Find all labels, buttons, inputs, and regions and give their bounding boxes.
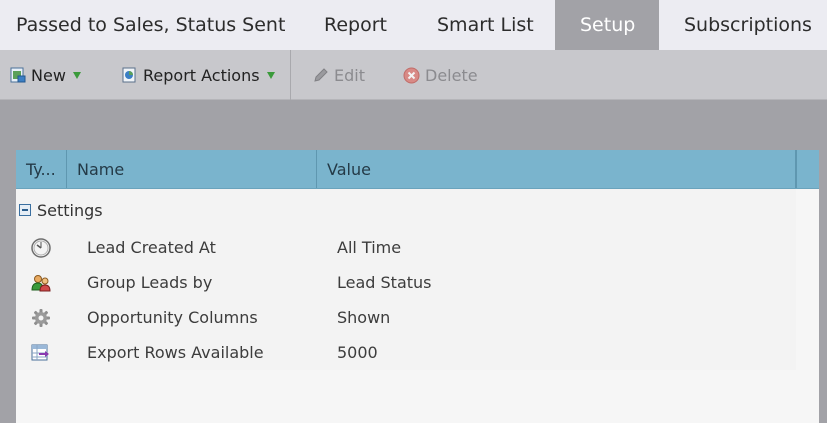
report-actions-button[interactable]: Report Actions — [122, 50, 275, 100]
report-actions-icon — [122, 67, 136, 83]
row-value: All Time — [337, 238, 402, 257]
delete-button[interactable]: Delete — [403, 50, 478, 100]
column-header-value[interactable]: Value — [317, 150, 796, 188]
row-name: Group Leads by — [87, 273, 213, 292]
tab-label: Subscriptions — [684, 14, 812, 36]
tab-label: Passed to Sales, Status Sent — [16, 14, 286, 36]
delete-icon — [403, 67, 420, 83]
column-header-label: Value — [327, 159, 371, 179]
row-value: Shown — [337, 308, 391, 327]
row-value: Lead Status — [337, 273, 432, 292]
new-report-icon — [10, 67, 26, 83]
table-row[interactable]: Export Rows Available 5000 — [16, 335, 796, 370]
pencil-icon — [314, 68, 328, 82]
row-name: Lead Created At — [87, 238, 216, 257]
grid-empty-area — [16, 370, 819, 423]
row-value: 5000 — [337, 343, 378, 362]
group-label: Settings — [37, 200, 103, 220]
grid-header: Ty... Name Value — [16, 150, 819, 189]
delete-button-label: Delete — [425, 65, 478, 85]
tab-smart-list[interactable]: Smart List — [418, 0, 555, 50]
group-row-settings[interactable]: Settings — [16, 190, 796, 230]
new-button[interactable]: New — [10, 50, 81, 100]
tab-bar: Passed to Sales, Status Sent Report Smar… — [0, 0, 827, 50]
column-header-name[interactable]: Name — [67, 150, 317, 188]
column-header-type[interactable]: Ty... — [16, 150, 67, 188]
tab-report[interactable]: Report — [292, 0, 418, 50]
tab-label: Report — [324, 14, 387, 36]
tab-setup[interactable]: Setup — [555, 0, 659, 50]
toolbar-divider — [290, 50, 291, 100]
row-name: Opportunity Columns — [87, 308, 258, 327]
setup-grid: Ty... Name Value Settings Lead Created A… — [16, 150, 819, 423]
group-people-icon — [31, 275, 51, 292]
export-table-icon — [31, 344, 49, 361]
column-header-label: Ty... — [26, 159, 56, 179]
clock-icon — [31, 238, 51, 258]
chevron-down-icon — [266, 71, 275, 79]
grid-body: Lead Created At All Time Group Leads by … — [16, 230, 796, 370]
edit-button[interactable]: Edit — [313, 50, 365, 100]
table-row[interactable]: Group Leads by Lead Status — [16, 265, 796, 300]
column-header-label: Name — [77, 159, 125, 179]
table-row[interactable]: Lead Created At All Time — [16, 230, 796, 265]
toolbar: New Report Actions Edit Delete — [0, 50, 827, 100]
report-actions-label: Report Actions — [143, 65, 260, 85]
tab-label: Setup — [580, 14, 636, 36]
tab-report-name[interactable]: Passed to Sales, Status Sent — [0, 0, 292, 50]
edit-button-label: Edit — [334, 65, 365, 85]
table-row[interactable]: Opportunity Columns Shown — [16, 300, 796, 335]
chevron-down-icon — [72, 71, 81, 79]
new-button-label: New — [31, 65, 66, 85]
tab-subscriptions[interactable]: Subscriptions — [659, 0, 827, 50]
row-name: Export Rows Available — [87, 343, 264, 362]
tab-label: Smart List — [437, 14, 534, 36]
gear-icon — [32, 309, 50, 327]
vertical-scrollbar[interactable] — [796, 189, 819, 370]
header-scroll-spacer — [796, 150, 819, 188]
collapse-icon[interactable] — [19, 204, 31, 216]
